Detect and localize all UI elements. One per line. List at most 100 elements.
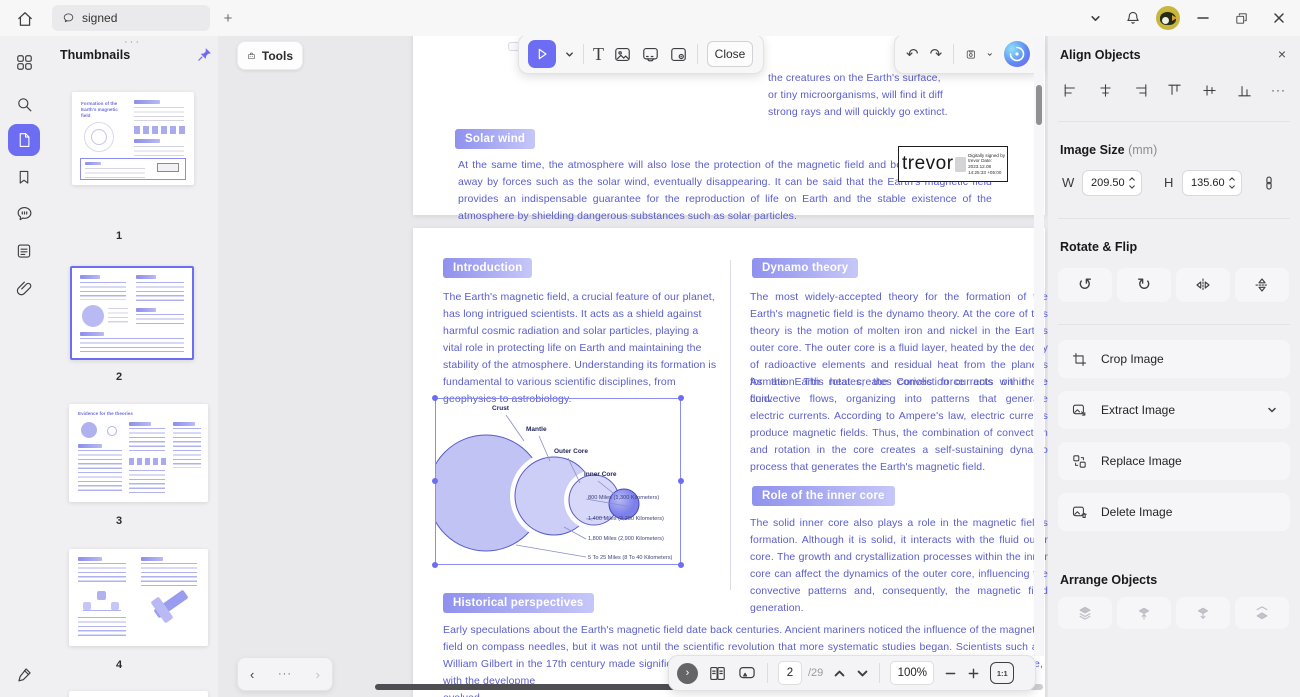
selection-handle-sw[interactable] — [432, 562, 438, 568]
width-stepper[interactable] — [1126, 172, 1138, 194]
thumbnail-page-4[interactable] — [69, 549, 208, 646]
previous-page-icon[interactable] — [833, 667, 846, 680]
thumbnail-1-number: 1 — [116, 230, 122, 242]
undo-icon[interactable]: ↶ — [906, 47, 919, 62]
rotate-right-button[interactable]: ↻ — [1117, 268, 1171, 302]
bring-to-front-button[interactable] — [1058, 597, 1112, 629]
selection-handle-w[interactable] — [432, 478, 438, 484]
select-tool-chevron-down-icon[interactable] — [565, 50, 574, 59]
window-minimize-button[interactable] — [1188, 3, 1218, 33]
zoom-level[interactable]: 100% — [890, 661, 934, 685]
image-stamp-tool-icon[interactable] — [669, 45, 688, 64]
align-more-icon[interactable]: ··· — [1271, 83, 1286, 97]
vertical-scrollbar-track[interactable] — [1034, 36, 1044, 656]
align-right-icon[interactable] — [1132, 82, 1149, 99]
align-center-horizontal-icon[interactable] — [1097, 82, 1114, 99]
nav-more-icon[interactable]: ··· — [278, 668, 292, 680]
lock-aspect-ratio-link-icon[interactable] — [1260, 174, 1278, 192]
save-icon[interactable] — [965, 45, 977, 64]
zoom-out-icon[interactable] — [944, 667, 957, 680]
align-left-icon[interactable] — [1062, 82, 1079, 99]
thumbnail-3-icon-row — [129, 458, 167, 465]
image-size-unit: (mm) — [1128, 143, 1157, 157]
vertical-scrollbar-thumb[interactable] — [1036, 85, 1042, 125]
delete-image-button[interactable]: Delete Image — [1058, 493, 1290, 531]
annotation-mode-icon[interactable] — [737, 663, 757, 683]
signature-field[interactable]: trevor Digitally signed by trevor Date: … — [898, 146, 1008, 182]
thumbnail-4-lines-1 — [78, 563, 126, 585]
page-view-icon[interactable] — [708, 664, 727, 683]
align-bottom-icon[interactable] — [1236, 82, 1253, 99]
selection-handle-se[interactable] — [678, 562, 684, 568]
properties-panel: Align Objects × ··· Image Size (mm) W H … — [1048, 36, 1300, 697]
attachments-paperclip-icon[interactable] — [8, 272, 40, 304]
bring-forward-button[interactable] — [1117, 597, 1171, 629]
earth-layers-image[interactable]: Crust Mantle Outer Core Inner Core 800 M… — [435, 398, 681, 565]
home-button[interactable] — [12, 6, 38, 32]
image-link-tool-icon[interactable] — [641, 45, 660, 64]
extract-chevron-down-icon[interactable] — [1267, 405, 1277, 415]
titlebar-chevron-down-icon[interactable] — [1080, 3, 1110, 33]
send-to-back-button[interactable] — [1235, 597, 1289, 629]
thumbnail-3-badge-3 — [173, 422, 195, 426]
selection-handle-e[interactable] — [678, 478, 684, 484]
thumbnails-pages-icon[interactable] — [8, 124, 40, 156]
thumbnail-4-badge-1 — [78, 557, 102, 561]
panel-close-icon[interactable]: × — [1272, 44, 1292, 64]
image-tool-icon[interactable] — [613, 45, 632, 64]
new-tab-button[interactable]: + — [218, 8, 238, 28]
tools-button[interactable]: Tools — [237, 41, 303, 70]
rotate-left-button[interactable]: ↺ — [1058, 268, 1112, 302]
close-edit-button[interactable]: Close — [707, 41, 753, 67]
thumbnail-page-3[interactable]: Evidence for the theories — [69, 404, 208, 502]
replace-image-button[interactable]: Replace Image — [1058, 442, 1290, 480]
nav-forward-icon[interactable]: › — [316, 667, 320, 682]
thumbnail-page-2[interactable] — [70, 266, 194, 360]
user-avatar[interactable] — [1156, 6, 1180, 30]
align-middle-vertical-icon[interactable] — [1201, 82, 1218, 99]
replace-image-label: Replace Image — [1101, 454, 1182, 468]
text-tool-icon[interactable]: T — [593, 45, 604, 63]
bookmarks-icon[interactable] — [8, 161, 40, 193]
flip-horizontal-button[interactable] — [1176, 268, 1230, 302]
crop-image-button[interactable]: Crop Image — [1058, 340, 1290, 378]
window-close-button[interactable] — [1264, 3, 1294, 33]
signature-pen-icon[interactable] — [8, 658, 40, 690]
thumbnail-1-lines-2 — [134, 146, 184, 156]
notifications-bell-icon[interactable] — [1118, 3, 1148, 33]
document-tab[interactable]: signed — [52, 5, 210, 31]
send-backward-button[interactable] — [1176, 597, 1230, 629]
apps-grid-icon[interactable] — [8, 46, 40, 78]
expand-bar-button[interactable]: › — [677, 663, 698, 684]
panel-drag-handle[interactable]: ··· — [124, 36, 141, 48]
zoom-in-icon[interactable] — [967, 667, 980, 680]
align-top-icon[interactable] — [1166, 82, 1183, 99]
column-divider — [730, 260, 731, 590]
select-tool-button[interactable] — [528, 40, 556, 68]
flip-vertical-button[interactable] — [1235, 268, 1289, 302]
thumbnail-2-number: 2 — [116, 371, 122, 383]
selection-handle-ne[interactable] — [678, 395, 684, 401]
pin-panel-icon[interactable] — [196, 46, 213, 63]
flip-vertical-icon — [1253, 276, 1271, 294]
thumbnail-page-5[interactable]: Satellite communications and power grids — [69, 691, 208, 697]
redo-icon[interactable]: ↷ — [930, 47, 943, 62]
page1-fragment-line-2: or tiny microorganisms, will find it dif… — [768, 87, 1040, 104]
selection-handle-nw[interactable] — [432, 395, 438, 401]
thumbnail-page-1[interactable]: Formation of the Earth's magnetic field — [72, 92, 194, 185]
edit-toolbar: T Close — [518, 36, 764, 74]
extract-image-button[interactable]: Extract Image — [1058, 391, 1290, 429]
comments-icon[interactable] — [8, 197, 40, 229]
page-number-input[interactable]: 2 — [778, 661, 802, 685]
next-page-icon[interactable] — [856, 667, 869, 680]
height-stepper[interactable] — [1226, 172, 1238, 194]
historical-heading-badge: Historical perspectives — [443, 593, 594, 613]
thumbnail-1-badge — [134, 100, 160, 104]
search-icon[interactable] — [8, 88, 40, 120]
fit-actual-size-button[interactable]: 1:1 — [990, 662, 1014, 684]
save-chevron-down-icon[interactable] — [987, 50, 993, 59]
window-restore-button[interactable] — [1226, 3, 1256, 33]
ai-assistant-icon[interactable] — [1004, 41, 1030, 67]
nav-back-icon[interactable]: ‹ — [250, 667, 254, 682]
summary-document-icon[interactable] — [8, 235, 40, 267]
